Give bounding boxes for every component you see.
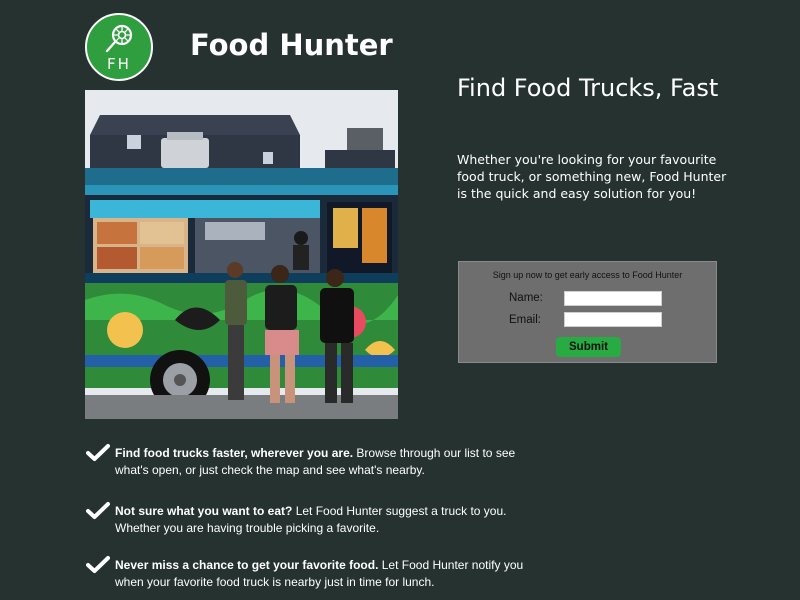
hero-intro: Whether you're looking for your favourit… [457,152,727,201]
submit-button[interactable]: Submit [556,337,621,357]
check-icon [86,444,110,461]
feature-item: Find food trucks faster, wherever you ar… [86,444,526,479]
feature-heading: Never miss a chance to get your favorite… [115,558,379,572]
name-input[interactable] [564,291,662,306]
feature-heading: Find food trucks faster, wherever you ar… [115,446,354,460]
hero-headline: Find Food Trucks, Fast [457,74,719,102]
email-label: Email: [509,314,541,326]
brand-name: Food Hunter [190,28,393,62]
signup-form: Sign up now to get early access to Food … [458,261,717,363]
feature-text: Find food trucks faster, wherever you ar… [115,445,526,479]
landing-page: FH Food Hunter Find Food Trucks, Fast Wh… [0,0,800,600]
email-input[interactable] [564,312,662,327]
logo-initials: FH [107,54,131,73]
hero-image [85,90,398,419]
feature-item: Never miss a chance to get your favorite… [86,556,526,591]
check-icon [86,556,110,573]
feature-text: Never miss a chance to get your favorite… [115,557,526,591]
lollipop-logo-icon [105,24,133,52]
name-label: Name: [509,292,543,304]
feature-heading: Not sure what you want to eat? [115,504,293,518]
logo[interactable]: FH [85,13,153,81]
feature-item: Not sure what you want to eat? Let Food … [86,502,526,537]
check-icon [86,502,110,519]
signup-title: Sign up now to get early access to Food … [492,270,683,280]
feature-text: Not sure what you want to eat? Let Food … [115,503,526,537]
